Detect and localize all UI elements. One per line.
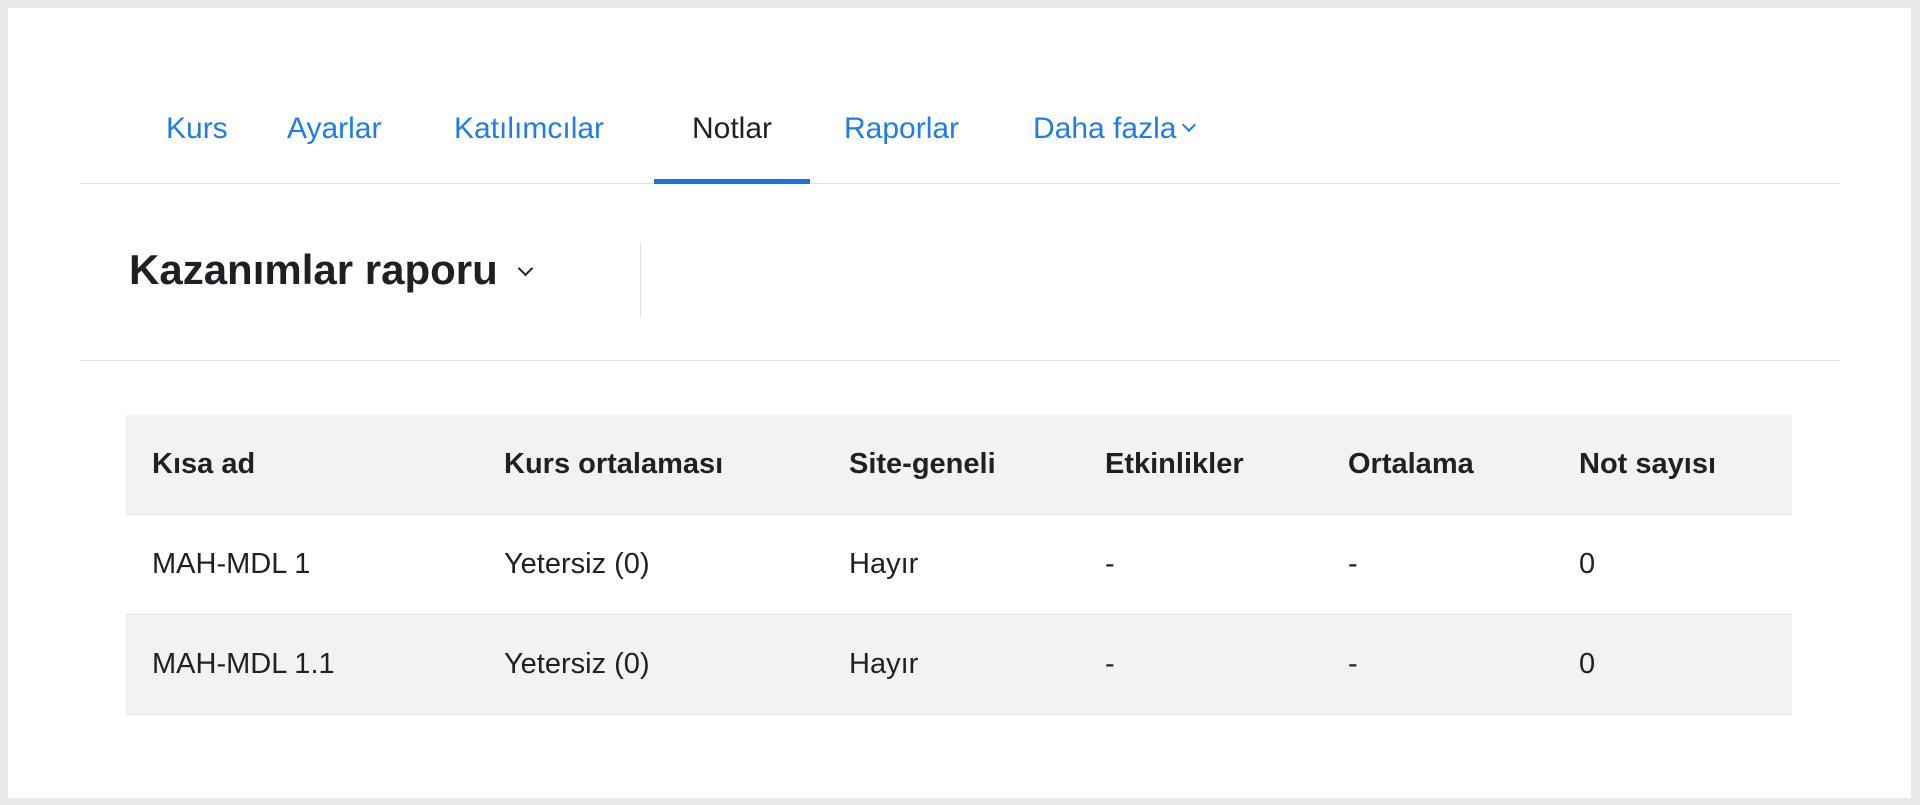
tab-notlar[interactable]: Notlar xyxy=(654,103,810,184)
table-row: MAH-MDL 1.1 Yetersiz (0) Hayır - - 0 xyxy=(126,614,1792,715)
tertiary-navigation: Kazanımlar raporu xyxy=(80,183,1840,361)
cell-course-average: Yetersiz (0) xyxy=(478,514,823,615)
column-header-average[interactable]: Ortalama xyxy=(1322,415,1553,515)
secondary-navigation: Kurs Ayarlar Katılımcılar Notlar Raporla… xyxy=(80,8,1840,184)
report-selector-dropdown[interactable]: Kazanımlar raporu xyxy=(129,245,534,295)
table-row: MAH-MDL 1 Yetersiz (0) Hayır - - 0 xyxy=(126,514,1792,615)
chevron-down-icon xyxy=(1182,117,1197,133)
cell-activities: - xyxy=(1079,514,1322,615)
column-header-site-wide[interactable]: Site-geneli xyxy=(823,415,1079,515)
cell-grade-count: 0 xyxy=(1553,614,1792,715)
tab-daha-fazla[interactable]: Daha fazla xyxy=(1033,103,1197,183)
cell-short-name: MAH-MDL 1 xyxy=(126,514,478,615)
cell-grade-count: 0 xyxy=(1553,514,1792,615)
column-header-grade-count[interactable]: Not sayısı xyxy=(1553,415,1792,515)
page-title: Kazanımlar raporu xyxy=(129,246,498,293)
divider xyxy=(640,243,641,317)
tab-kurs[interactable]: Kurs xyxy=(166,103,228,183)
column-header-course-average[interactable]: Kurs ortalaması xyxy=(478,415,823,515)
cell-average: - xyxy=(1322,514,1553,615)
cell-course-average: Yetersiz (0) xyxy=(478,614,823,715)
cell-site-wide: Hayır xyxy=(823,614,1079,715)
page-card: Kurs Ayarlar Katılımcılar Notlar Raporla… xyxy=(8,8,1911,798)
tab-ayarlar[interactable]: Ayarlar xyxy=(287,103,381,183)
chevron-down-icon xyxy=(517,260,534,276)
cell-activities: - xyxy=(1079,614,1322,715)
cell-average: - xyxy=(1322,614,1553,715)
tab-label: Raporlar xyxy=(844,112,960,145)
tab-label: Notlar xyxy=(691,112,773,145)
tab-label: Katılımcılar xyxy=(454,112,605,145)
table-header-row: Kısa ad Kurs ortalaması Site-geneli Etki… xyxy=(126,415,1792,515)
tab-label: Kurs xyxy=(166,112,228,145)
tab-label: Ayarlar xyxy=(287,112,382,145)
cell-short-name: MAH-MDL 1.1 xyxy=(126,614,478,715)
column-header-short-name[interactable]: Kısa ad xyxy=(126,415,478,515)
tab-raporlar[interactable]: Raporlar xyxy=(844,103,959,183)
column-header-activities[interactable]: Etkinlikler xyxy=(1079,415,1322,515)
tab-katilimcilar[interactable]: Katılımcılar xyxy=(454,103,604,183)
cell-site-wide: Hayır xyxy=(823,514,1079,615)
outcomes-table: Kısa ad Kurs ortalaması Site-geneli Etki… xyxy=(126,415,1792,715)
tab-label: Daha fazla xyxy=(1033,112,1177,145)
